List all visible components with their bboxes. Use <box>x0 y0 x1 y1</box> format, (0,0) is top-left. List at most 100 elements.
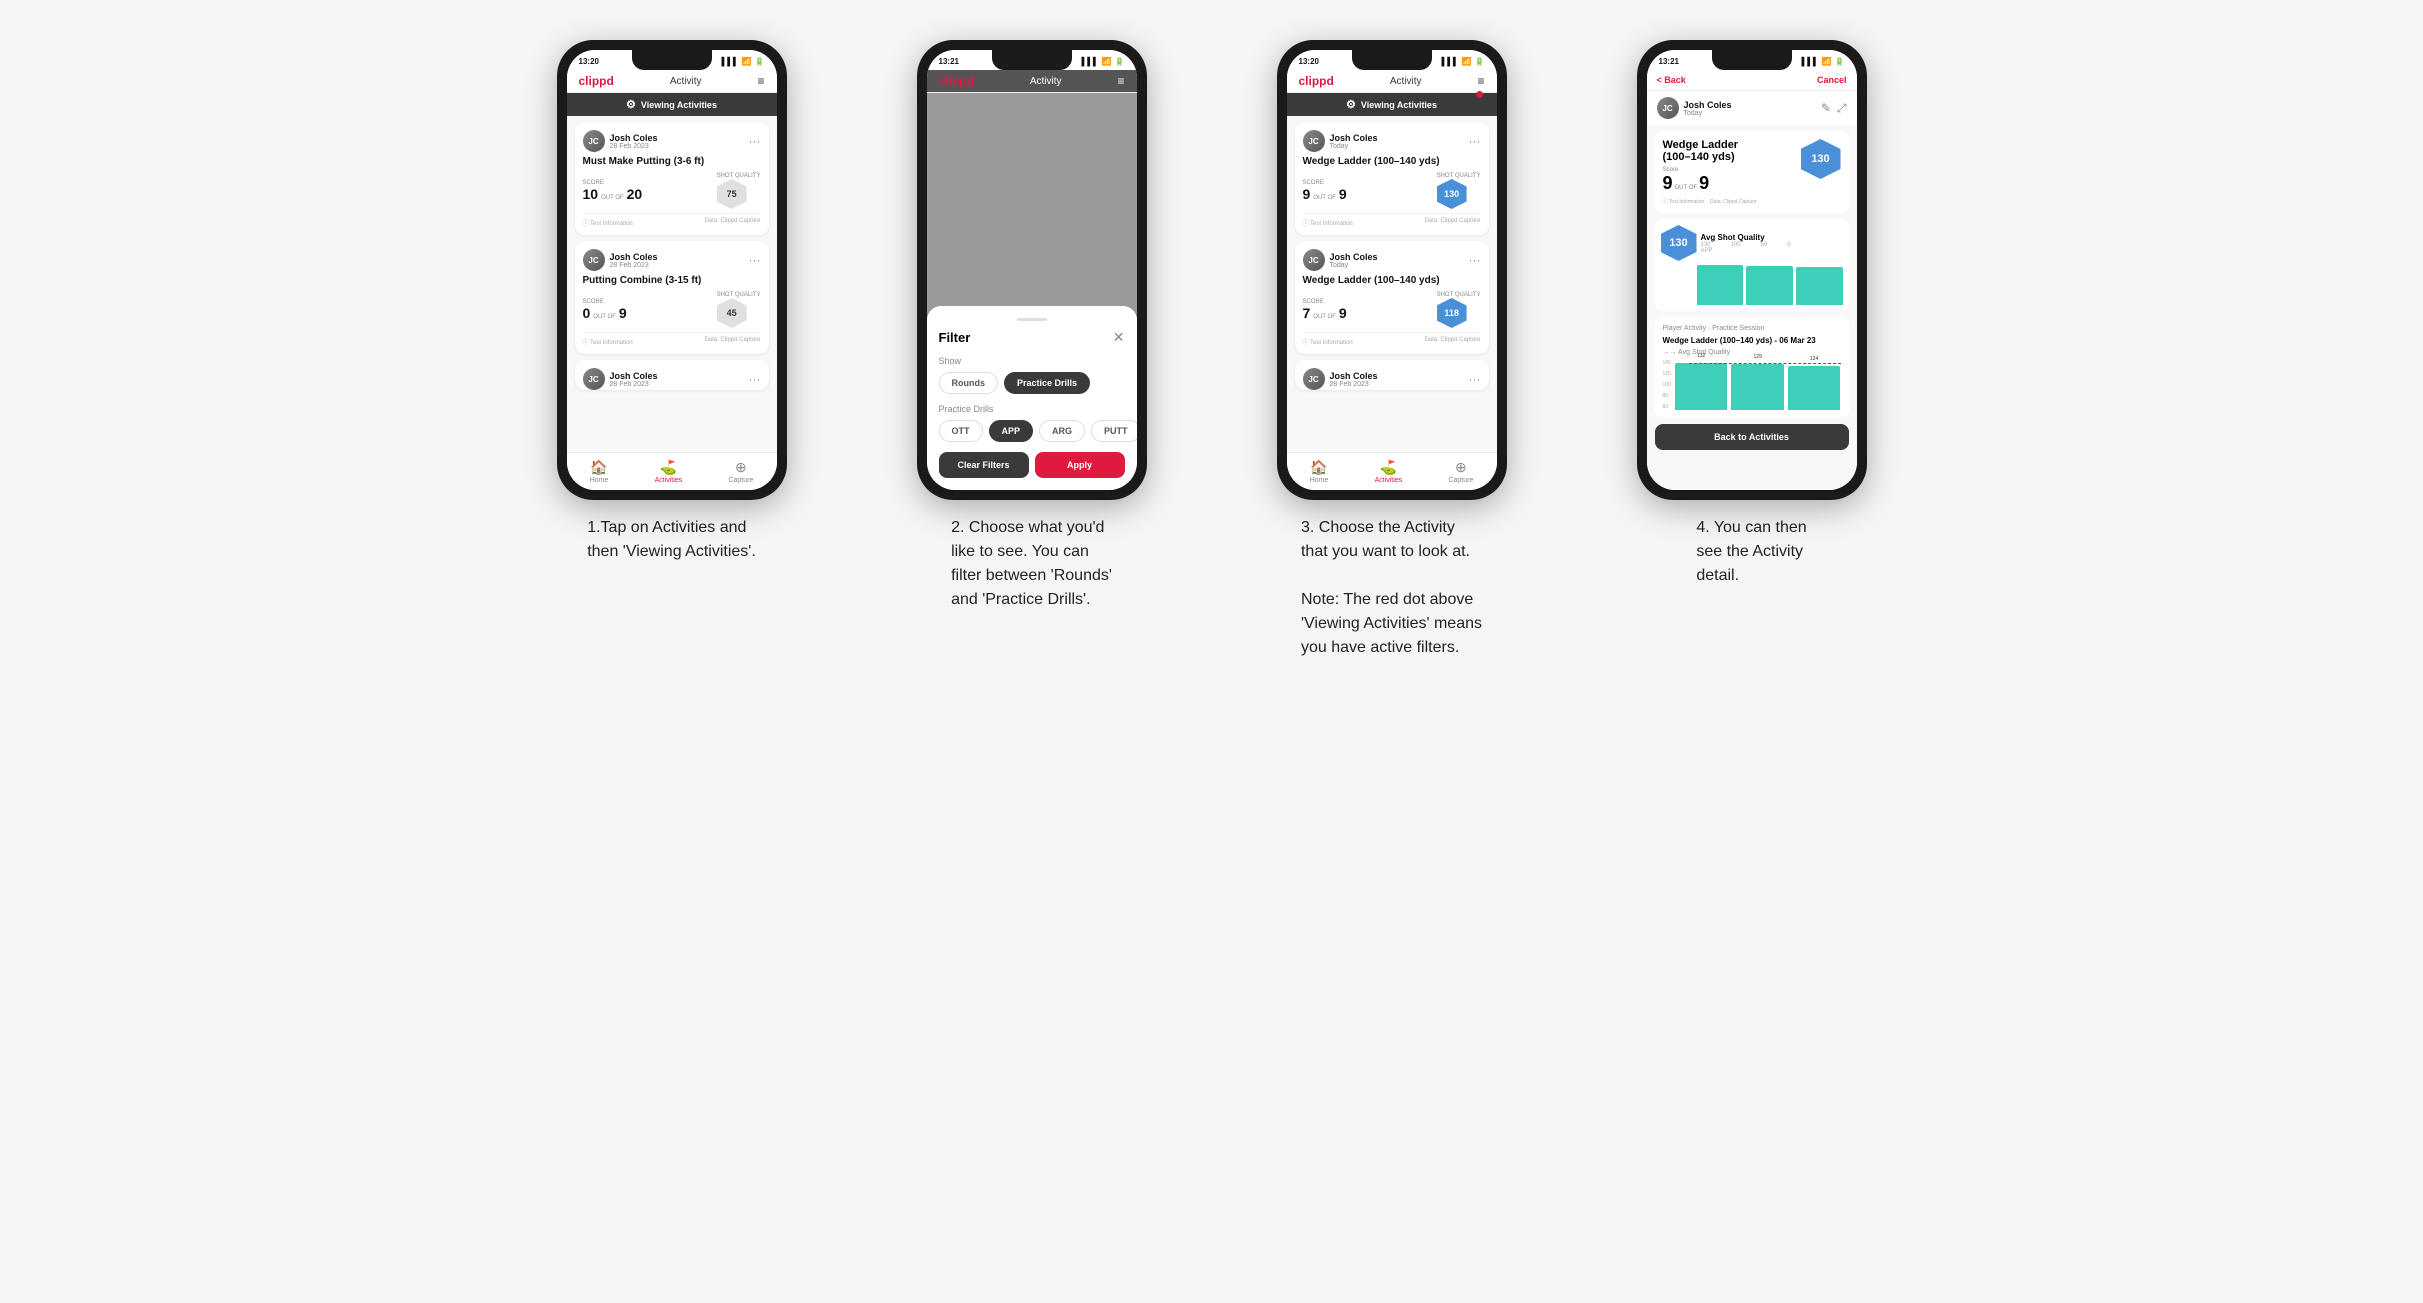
more-icon-3-3[interactable]: ··· <box>1469 372 1481 386</box>
activity-card-1-2[interactable]: JC Josh Coles 28 Feb 2023 ··· Putting Co… <box>575 241 769 354</box>
stats-row-3-2: Score 7 OUT OF 9 Shot Quality 118 <box>1303 292 1481 328</box>
scale-0: 0 <box>1787 242 1790 248</box>
viewing-activities-bar-1[interactable]: ⚙ Viewing Activities <box>567 93 777 116</box>
nav-capture-3[interactable]: ⊕ Capture <box>1448 459 1473 484</box>
viewing-activities-label-1: Viewing Activities <box>641 100 717 110</box>
test-info-3-2: ⓘ Test Information <box>1303 337 1353 346</box>
home-label-3: Home <box>1310 477 1329 484</box>
signal-icon-2: ▌▌▌ <box>1082 57 1099 66</box>
time-1: 13:20 <box>579 57 599 66</box>
caption-2: 2. Choose what you'dlike to see. You can… <box>951 516 1112 612</box>
more-icon-1-1[interactable]: ··· <box>749 134 761 148</box>
activity-list-3: JC Josh Coles Today ··· Wedge Ladder (10… <box>1287 116 1497 452</box>
user-info-3-3: JC Josh Coles 28 Feb 2023 <box>1303 368 1378 390</box>
back-to-activities-4[interactable]: Back to Activities <box>1655 424 1849 450</box>
scale-100: 100 <box>1731 242 1741 248</box>
y-60: 60 <box>1663 404 1671 410</box>
activities-icon-3: ⛳ <box>1380 459 1397 476</box>
pill-practice-2[interactable]: Practice Drills <box>1004 372 1090 394</box>
home-icon-3: 🏠 <box>1310 459 1327 476</box>
score-value-3-2: 7 <box>1303 305 1311 321</box>
bar-1-4 <box>1697 265 1744 305</box>
chart-hex-4: 130 <box>1661 225 1697 261</box>
outof-label-1-2: OUT OF <box>593 314 616 320</box>
user-info-3-1: JC Josh Coles Today <box>1303 130 1378 152</box>
user-meta-3-2: Josh Coles Today <box>1330 252 1378 269</box>
caption-3: 3. Choose the Activitythat you want to l… <box>1301 516 1482 660</box>
cancel-button-4[interactable]: Cancel <box>1817 75 1847 85</box>
data-source-1-2: Data: Clippd Capture <box>704 337 760 346</box>
nav-home-3[interactable]: 🏠 Home <box>1310 459 1329 484</box>
activities-icon-1: ⛳ <box>660 459 677 476</box>
y-axis-4: 140 120 100 80 60 <box>1663 360 1671 410</box>
pill-putt-2[interactable]: PUTT <box>1091 420 1136 442</box>
avatar-1-1: JC <box>583 130 605 152</box>
pill-rounds-2[interactable]: Rounds <box>939 372 999 394</box>
detail-user-name-4: Josh Coles <box>1684 100 1732 110</box>
practice-drills-label-2: Practice Drills <box>939 404 1125 414</box>
wifi-icon-2: 📶 <box>1102 57 1112 66</box>
score-summary-card-4: Wedge Ladder(100–140 yds) Score 9 OUT OF… <box>1655 131 1849 213</box>
more-icon-3-1[interactable]: ··· <box>1469 134 1481 148</box>
detail-score-4: 9 <box>1663 173 1673 194</box>
activity-title-3-2: Wedge Ladder (100–140 yds) <box>1303 275 1481 286</box>
hamburger-icon-2[interactable]: ≡ <box>1117 74 1124 88</box>
clear-filters-button-2[interactable]: Clear Filters <box>939 452 1029 478</box>
pill-arg-2[interactable]: ARG <box>1039 420 1085 442</box>
status-icons-4: ▌▌▌ 📶 🔋 <box>1802 57 1845 66</box>
user-meta-1-3: Josh Coles 28 Feb 2023 <box>610 371 658 388</box>
battery-icon-4: 🔋 <box>1835 57 1845 66</box>
nav-activities-1[interactable]: ⛳ Activities <box>655 459 683 484</box>
apply-button-2[interactable]: Apply <box>1035 452 1125 478</box>
phone-frame-3: 13:20 ▌▌▌ 📶 🔋 clippd Activity ≡ ⚙ Vi <box>1277 40 1507 500</box>
phone-frame-1: 13:20 ▌▌▌ 📶 🔋 clippd Activity ≡ ⚙ Vi <box>557 40 787 500</box>
wifi-icon-1: 📶 <box>742 57 752 66</box>
logo-2: clippd <box>939 74 974 88</box>
small-bars-4: 140 120 100 80 60 132 129 <box>1663 360 1841 410</box>
more-icon-1-2[interactable]: ··· <box>749 253 761 267</box>
pill-app-2[interactable]: APP <box>989 420 1034 442</box>
status-icons-3: ▌▌▌ 📶 🔋 <box>1442 57 1485 66</box>
activity-card-1-1[interactable]: JC Josh Coles 28 Feb 2023 ··· Must Make … <box>575 122 769 235</box>
user-date-3-1: Today <box>1330 143 1378 150</box>
detail-actions-4: ✎ ⤢ <box>1821 101 1847 116</box>
detail-avatar-4: JC <box>1657 97 1679 119</box>
more-icon-1-3[interactable]: ··· <box>749 372 761 386</box>
activity-card-3-3[interactable]: JC Josh Coles 28 Feb 2023 ··· <box>1295 360 1489 390</box>
phone-column-2: 13:21 ▌▌▌ 📶 🔋 clippd Activity ≡ <box>872 40 1192 660</box>
detail-sq-hex-4: 130 <box>1801 139 1841 179</box>
back-button-4[interactable]: < Back <box>1657 75 1686 85</box>
nav-capture-1[interactable]: ⊕ Capture <box>728 459 753 484</box>
user-name-3-1: Josh Coles <box>1330 133 1378 143</box>
status-icons-2: ▌▌▌ 📶 🔋 <box>1082 57 1125 66</box>
logo-3: clippd <box>1299 74 1334 88</box>
nav-title-1: Activity <box>670 76 702 87</box>
bars-row-4 <box>1661 265 1843 305</box>
activity-card-3-2[interactable]: JC Josh Coles Today ··· Wedge Ladder (10… <box>1295 241 1489 354</box>
edit-icon-4[interactable]: ✎ <box>1821 101 1831 116</box>
phone-column-1: 13:20 ▌▌▌ 📶 🔋 clippd Activity ≡ ⚙ Vi <box>512 40 832 660</box>
more-icon-3-2[interactable]: ··· <box>1469 253 1481 267</box>
card-footer-1-2: ⓘ Test Information Data: Clippd Capture <box>583 332 761 346</box>
hamburger-icon-1[interactable]: ≡ <box>757 74 764 88</box>
expand-icon-4[interactable]: ⤢ <box>1837 101 1847 116</box>
viewing-activities-bar-3[interactable]: ⚙ Viewing Activities <box>1287 93 1497 116</box>
filter-sheet-2: Filter ✕ Show Rounds Practice Drills Pra… <box>927 306 1137 490</box>
nav-home-1[interactable]: 🏠 Home <box>590 459 609 484</box>
hamburger-icon-3[interactable]: ≡ <box>1477 74 1484 88</box>
scale-130: 130 <box>1701 242 1711 248</box>
activity-card-3-1[interactable]: JC Josh Coles Today ··· Wedge Ladder (10… <box>1295 122 1489 235</box>
nav-activities-3[interactable]: ⛳ Activities <box>1375 459 1403 484</box>
user-name-3-3: Josh Coles <box>1330 371 1378 381</box>
card-footer-3-2: ⓘ Test Information Data: Clippd Capture <box>1303 332 1481 346</box>
pill-ott-2[interactable]: OTT <box>939 420 983 442</box>
filter-close-2[interactable]: ✕ <box>1113 329 1125 346</box>
activity-title-3-1: Wedge Ladder (100–140 yds) <box>1303 156 1481 167</box>
activities-label-1: Activities <box>655 477 683 484</box>
data-source-1-1: Data: Clippd Capture <box>704 218 760 227</box>
activity-card-1-3[interactable]: JC Josh Coles 28 Feb 2023 ··· <box>575 360 769 390</box>
score-summary-left-4: Wedge Ladder(100–140 yds) Score 9 OUT OF… <box>1663 139 1739 194</box>
avg-sq-chart-4: 130 Avg Shot Quality 130 100 50 0 APP <box>1655 219 1849 311</box>
small-bar-1: 132 <box>1675 363 1728 410</box>
phone-notch-3 <box>1352 50 1432 70</box>
